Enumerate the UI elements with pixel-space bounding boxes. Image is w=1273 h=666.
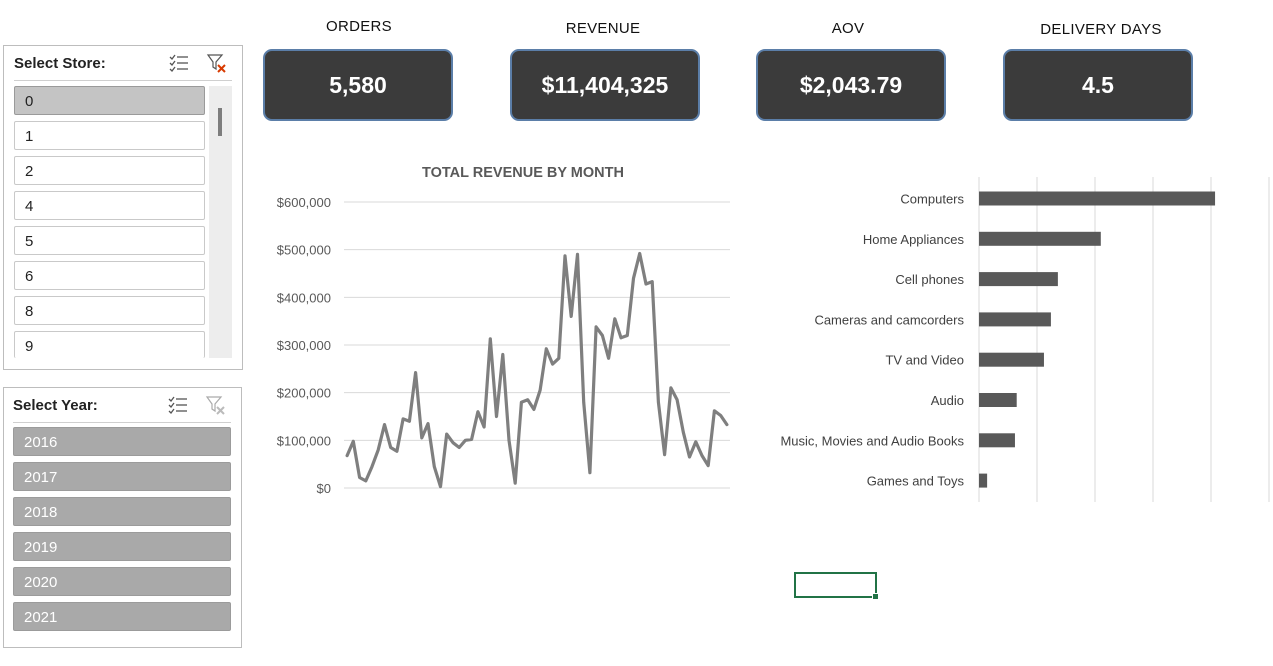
- category-label: Audio: [931, 393, 964, 408]
- store-slicer: Select Store: 0 1 2 4 5 6 8 9: [3, 45, 243, 370]
- category-label: Music, Movies and Audio Books: [780, 433, 964, 448]
- clear-filter-icon[interactable]: [206, 52, 228, 74]
- clear-filter-icon: [205, 396, 225, 415]
- store-item-4[interactable]: 4: [14, 191, 205, 220]
- category-label: TV and Video: [885, 353, 964, 368]
- store-item-1[interactable]: 1: [14, 121, 205, 150]
- kpi-delivery-days-label: DELIVERY DAYS: [1040, 21, 1162, 38]
- category-bar: [979, 191, 1216, 206]
- category-bar-chart: Computers Home Appliances Cell phones Camer…: [780, 177, 1270, 502]
- year-item-2018[interactable]: 2018: [13, 497, 231, 526]
- kpi-aov-card: $2,043.79: [756, 49, 946, 121]
- y-tick-label: $0: [317, 481, 331, 496]
- store-slicer-header: Select Store:: [14, 46, 232, 81]
- y-tick-label: $600,000: [277, 195, 331, 210]
- kpi-aov-label: AOV: [831, 20, 865, 37]
- category-bar: [979, 272, 1058, 287]
- category-bar: [979, 433, 1015, 448]
- store-scrollbar-thumb[interactable]: [218, 108, 222, 136]
- revenue-series-line: [345, 251, 729, 489]
- year-slicer: Select Year: 2016 2017 2018 2019 2020 20…: [3, 387, 242, 648]
- store-item-0[interactable]: 0: [14, 86, 205, 115]
- year-slicer-title: Select Year:: [13, 397, 98, 414]
- y-tick-label: $400,000: [277, 290, 331, 305]
- year-item-2020[interactable]: 2020: [13, 567, 231, 596]
- store-item-5[interactable]: 5: [14, 226, 205, 255]
- kpi-revenue-label: REVENUE: [565, 20, 641, 37]
- year-item-2021[interactable]: 2021: [13, 602, 231, 631]
- kpi-orders-card: 5,580: [263, 49, 453, 121]
- chart-title: TOTAL REVENUE BY MONTH: [422, 165, 624, 181]
- fill-handle[interactable]: [872, 593, 879, 600]
- category-bar: [979, 312, 1051, 327]
- multi-select-icon[interactable]: [168, 52, 190, 74]
- y-tick-label: $200,000: [277, 386, 331, 401]
- kpi-delivery-days-card: 4.5: [1003, 49, 1193, 121]
- revenue-line-chart: TOTAL REVENUE BY MONTH $0 $100,000 $200,000…: [277, 165, 730, 496]
- store-scrollbar[interactable]: [209, 86, 232, 358]
- y-tick-label: $300,000: [277, 338, 331, 353]
- category-bar: [979, 231, 1101, 246]
- kpi-orders-label: ORDERS: [326, 18, 392, 35]
- year-slicer-header: Select Year:: [13, 388, 231, 423]
- store-item-9[interactable]: 9: [14, 331, 205, 358]
- kpi-revenue-card: $11,404,325: [510, 49, 700, 121]
- category-label: Cameras and camcorders: [814, 312, 964, 327]
- category-label: Games and Toys: [867, 474, 965, 489]
- year-item-2017[interactable]: 2017: [13, 462, 231, 491]
- category-label: Cell phones: [895, 272, 964, 287]
- store-slicer-title: Select Store:: [14, 55, 106, 72]
- category-bar: [979, 393, 1017, 407]
- y-tick-label: $100,000: [277, 433, 331, 448]
- year-item-2016[interactable]: 2016: [13, 427, 231, 456]
- y-tick-label: $500,000: [277, 243, 331, 258]
- store-item-6[interactable]: 6: [14, 261, 205, 290]
- category-label: Home Appliances: [863, 232, 965, 247]
- store-item-8[interactable]: 8: [14, 296, 205, 325]
- category-bar: [979, 352, 1044, 367]
- active-cell[interactable]: [794, 572, 879, 600]
- category-bar: [979, 473, 988, 488]
- store-item-2[interactable]: 2: [14, 156, 205, 185]
- year-item-2019[interactable]: 2019: [13, 532, 231, 561]
- category-label: Computers: [900, 192, 964, 207]
- multi-select-icon[interactable]: [167, 394, 189, 416]
